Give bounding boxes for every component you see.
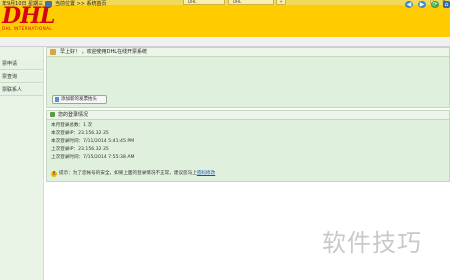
login-info-panel-header	[46, 110, 450, 120]
last-login-time: 上次登录时间：7/15/2014 7:55:38 AM	[51, 155, 135, 160]
current-date: 年9月10日 星期三	[2, 1, 44, 7]
back-arrow-icon[interactable]: ◀	[405, 1, 413, 8]
welcome-message: 早上好！ ，欢迎使用DHL在线开票系统	[60, 49, 147, 55]
breadcrumb: 当前位置 >> 系统首页	[55, 1, 107, 7]
forward-arrow-icon[interactable]: ▶	[418, 1, 426, 8]
info-icon	[50, 112, 55, 117]
current-login-ip: 本次登录IP：23.156.32.35	[51, 131, 109, 136]
sidebar-item-invoice-query[interactable]: 票查询	[0, 72, 43, 83]
watermark-text: 软件技巧	[322, 229, 422, 257]
home-icon[interactable]: ⌂	[443, 1, 450, 8]
change-password-link[interactable]: 密码修改	[197, 171, 215, 176]
add-invoice-title-button[interactable]: 添加新的发票抬头	[52, 95, 107, 104]
dhl-logo-subtitle: DHL INTERNATIONAL	[2, 26, 53, 31]
refresh-icon[interactable]: ⟳	[431, 1, 439, 8]
login-info-title: 您的登录情况	[58, 112, 89, 118]
add-icon	[55, 97, 59, 102]
warning-icon: !	[51, 171, 57, 177]
security-tip-text: 提示：为了您帐号的安全，如果上面的登录情况不正常，建议您马上	[59, 171, 197, 176]
toolbar	[0, 37, 450, 47]
last-login-ip: 上次登录IP：23.156.32.35	[51, 147, 109, 152]
sidebar-item-invoice-contacts[interactable]: 票联系人	[0, 85, 43, 96]
dhl-logo: DHL	[2, 3, 55, 29]
app-header	[0, 5, 450, 37]
sidebar-item-invoice-apply[interactable]: 票申请	[0, 59, 43, 70]
current-login-time: 本次登录时间：7/11/2014 5:41:45 PM	[51, 139, 135, 144]
login-count: 本月登录总数：1 次	[51, 123, 93, 128]
user-icon	[50, 49, 56, 55]
breadcrumb-icon	[45, 1, 52, 7]
security-tip: 提示：为了您帐号的安全，如果上面的登录情况不正常，建议您马上密码修改	[59, 171, 215, 177]
